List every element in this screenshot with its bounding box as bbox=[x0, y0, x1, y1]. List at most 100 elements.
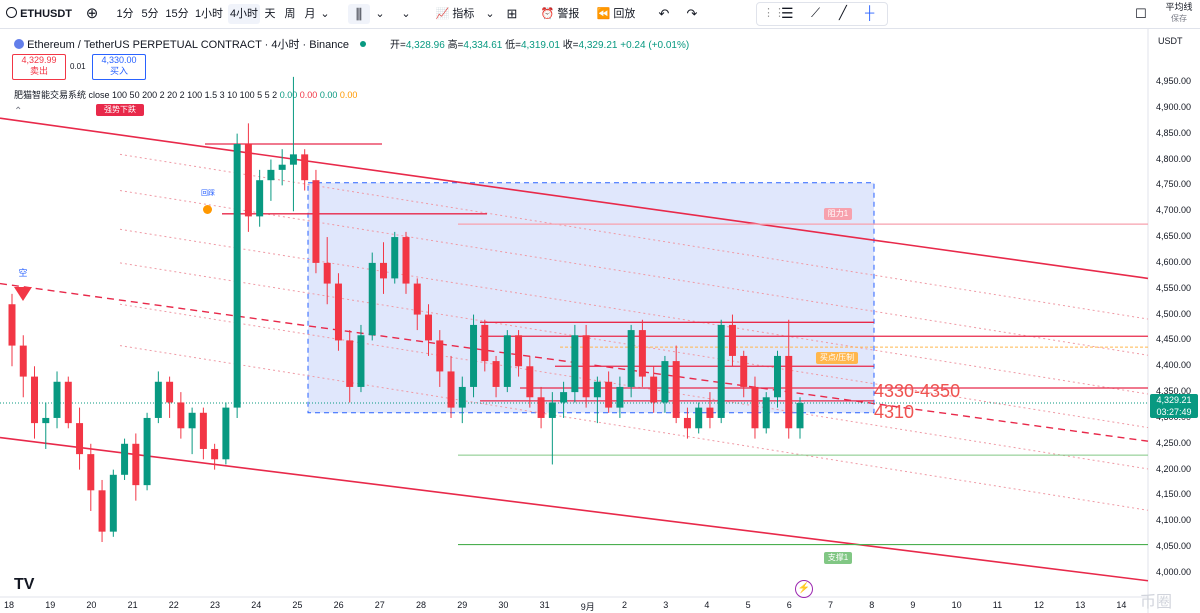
indicator-value-3: 0.00 bbox=[319, 90, 338, 100]
candle-type-icon[interactable]: ⫼ bbox=[348, 4, 370, 24]
crosshair-icon[interactable]: ┼ bbox=[865, 3, 874, 23]
price-tick-label: 4,650.00 bbox=[1156, 231, 1192, 242]
candle-body bbox=[368, 262, 376, 336]
replay-button[interactable]: ⏪ 回放 bbox=[592, 4, 640, 24]
price-tick-label: 4,500.00 bbox=[1156, 308, 1192, 319]
interval-month[interactable]: 月 bbox=[302, 4, 318, 24]
price-tick-label: 4,850.00 bbox=[1156, 127, 1192, 138]
indicator-params: close 100 50 200 2 20 2 100 1.5 3 10 100… bbox=[88, 90, 278, 100]
replay-label: 回放 bbox=[613, 8, 636, 20]
interval-5m[interactable]: 5分 bbox=[139, 4, 161, 24]
sell-button[interactable]: 4,329.99 卖出 bbox=[12, 54, 66, 80]
candle-body bbox=[177, 402, 185, 429]
interval-week[interactable]: 周 bbox=[282, 4, 298, 24]
candle-body bbox=[672, 361, 680, 418]
interval-15m[interactable]: 15分 bbox=[164, 4, 190, 24]
indicator-value-2: 0.00 bbox=[299, 90, 318, 100]
candle-body bbox=[796, 402, 804, 429]
time-tick-label: 2 bbox=[622, 600, 628, 610]
chevron-down-icon[interactable]: ⌄ bbox=[400, 4, 412, 24]
bar-countdown: 03:27:49 bbox=[1156, 407, 1192, 417]
search-icon bbox=[6, 7, 17, 18]
save-button[interactable]: 平均线 保存 bbox=[1160, 2, 1198, 23]
interval-1h[interactable]: 1小时 bbox=[194, 4, 224, 24]
chart-legend: Ethereum / TetherUS PERPETUAL CONTRACT ·… bbox=[14, 36, 367, 52]
price-tick-label: 4,200.00 bbox=[1156, 463, 1192, 474]
candle-body bbox=[64, 381, 72, 424]
alarm-icon: ⏰ bbox=[540, 8, 555, 20]
candle-body bbox=[166, 381, 174, 403]
candle-body bbox=[762, 397, 770, 429]
open-value: 4,328.96 bbox=[405, 40, 445, 51]
price-tick-label: 4,400.00 bbox=[1156, 360, 1192, 371]
time-tick-label: 27 bbox=[374, 600, 385, 610]
candle-body bbox=[346, 340, 354, 387]
add-symbol-icon[interactable]: ⊕ bbox=[84, 4, 100, 24]
buy-button[interactable]: 4,330.00 买入 bbox=[92, 54, 146, 80]
candle-body bbox=[8, 304, 16, 346]
indicators-button[interactable]: 📈 指标 bbox=[430, 4, 480, 24]
candle-body bbox=[728, 324, 736, 356]
price-tick-label: 4,900.00 bbox=[1156, 101, 1192, 112]
candle-body bbox=[515, 335, 523, 367]
time-tick-label: 5 bbox=[745, 600, 751, 610]
time-tick-label: 11 bbox=[992, 600, 1003, 610]
trend-line-icon[interactable]: ⟋ bbox=[811, 3, 820, 23]
candle-body bbox=[537, 397, 545, 418]
candle-body bbox=[323, 262, 331, 284]
candle-body bbox=[278, 164, 286, 170]
symbol-search[interactable]: ETHUSDT bbox=[6, 4, 76, 24]
candle-body bbox=[740, 355, 748, 387]
lightning-icon[interactable]: ⚡ bbox=[795, 580, 813, 598]
support-level-label: 4310 bbox=[874, 402, 915, 422]
interval-1m[interactable]: 1分 bbox=[114, 4, 136, 24]
layout-grid-icon[interactable]: ⊞ bbox=[504, 4, 520, 24]
chevron-down-icon[interactable]: ⌄ bbox=[484, 4, 496, 24]
currency-label[interactable]: USDT bbox=[1158, 36, 1183, 46]
candle-body bbox=[717, 324, 725, 418]
candle-body bbox=[616, 386, 624, 408]
ohlc-values: 开=4,328.96 高=4,334.61 低=4,319.01 收=4,329… bbox=[390, 36, 689, 51]
watermark: 币圈 bbox=[1140, 594, 1173, 611]
collapse-chevron-icon[interactable]: ⌃ bbox=[14, 106, 22, 117]
candle-body bbox=[244, 144, 252, 217]
candle-body bbox=[98, 490, 106, 532]
ray-icon[interactable]: ╱ bbox=[839, 3, 847, 23]
market-open-dot bbox=[360, 41, 367, 47]
interval-day[interactable]: 天 bbox=[262, 4, 278, 24]
chevron-down-icon[interactable]: ⌄ bbox=[374, 4, 386, 24]
price-tick-label: 4,750.00 bbox=[1156, 179, 1192, 190]
candle-body bbox=[571, 335, 579, 393]
tradingview-logo-icon[interactable]: TV bbox=[14, 576, 34, 594]
chevron-down-icon[interactable]: ⌄ bbox=[320, 4, 330, 24]
price-tick-label: 4,550.00 bbox=[1156, 282, 1192, 293]
price-tick-label: 4,950.00 bbox=[1156, 76, 1192, 86]
indicator-legend[interactable]: 肥猫智能交易系统 close 100 50 200 2 20 2 100 1.5… bbox=[14, 88, 357, 101]
price-chart[interactable] bbox=[0, 29, 1200, 613]
low-label: 低= bbox=[505, 40, 521, 51]
interval-4h[interactable]: 4小时 bbox=[228, 4, 260, 24]
symbol-label: ETHUSDT bbox=[20, 8, 73, 20]
fullscreen-icon[interactable]: ☐ bbox=[1134, 4, 1148, 24]
alert-button[interactable]: ⏰ 警报 bbox=[536, 4, 584, 24]
time-tick-label: 7 bbox=[828, 600, 834, 610]
candle-body bbox=[233, 144, 241, 408]
support-tag: 支撑1 bbox=[824, 552, 852, 564]
candle-body bbox=[526, 366, 534, 398]
time-tick-label: 8 bbox=[869, 600, 875, 610]
time-tick-label: 14 bbox=[1116, 600, 1127, 610]
candle-body bbox=[413, 283, 421, 315]
time-tick-label: 4 bbox=[704, 600, 710, 610]
horizontal-lines-icon[interactable]: ☰ bbox=[781, 3, 794, 23]
redo-icon[interactable]: ↷ bbox=[684, 4, 700, 24]
price-tick-label: 4,600.00 bbox=[1156, 256, 1192, 267]
candle-body bbox=[143, 417, 151, 486]
candle-body bbox=[121, 443, 129, 475]
candle-body bbox=[695, 407, 703, 429]
undo-icon[interactable]: ↶ bbox=[656, 4, 672, 24]
open-label: 开= bbox=[390, 40, 406, 51]
pullback-tag: 回踩 bbox=[201, 190, 215, 197]
candle-body bbox=[357, 335, 365, 387]
signal-dot-icon bbox=[203, 205, 212, 214]
candle-body bbox=[379, 262, 387, 279]
